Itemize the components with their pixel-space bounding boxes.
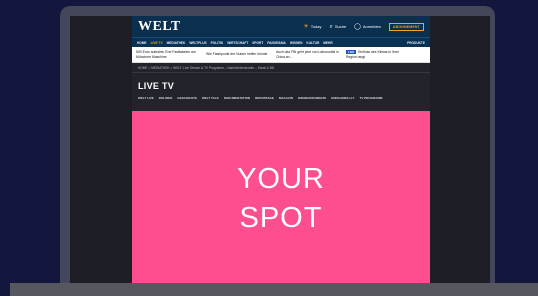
nav-item-wirtschaft[interactable]: WIRTSCHAFT xyxy=(227,41,248,45)
nav-item-weltplus[interactable]: WELTPLUS xyxy=(189,41,206,45)
tab-dokumentation[interactable]: DOKUMENTATION xyxy=(224,96,250,100)
site-header: WELT ☀ Today ⌕ Suche ◯ Anmelden ABONNEME… xyxy=(132,16,430,37)
website: WELT ☀ Today ⌕ Suche ◯ Anmelden ABONNEME… xyxy=(132,16,430,286)
nav-item-mehr[interactable]: MEHR xyxy=(323,41,332,45)
news-item[interactable]: 500 Euro aufwärts: Erst Fastfabelen am M… xyxy=(136,50,200,59)
tab-endgames[interactable]: ENDGAMES H-T xyxy=(331,96,354,100)
tab-reportage[interactable]: REPORTAGE xyxy=(255,96,274,100)
subscribe-button[interactable]: ABONNEMENT xyxy=(388,22,424,31)
news-ticker: 500 Euro aufwärts: Erst Fastfabelen am M… xyxy=(132,47,430,63)
welt-logo[interactable]: WELT xyxy=(138,19,181,35)
nav-item-panorama[interactable]: PANORAMA xyxy=(267,41,286,45)
tab-welt-talk[interactable]: WELT TALK xyxy=(202,96,219,100)
login-label: Anmelden xyxy=(362,24,381,29)
login-button[interactable]: ◯ Anmelden xyxy=(354,24,381,30)
tab-boliden[interactable]: BOLIDEN xyxy=(159,96,173,100)
ad-line-2: SPOT xyxy=(239,201,323,234)
user-icon: ◯ xyxy=(354,23,361,30)
page-title: LIVE TV xyxy=(138,81,175,91)
search-label: Suche xyxy=(334,24,347,29)
live-badge: LIVE xyxy=(346,49,357,54)
ad-placeholder[interactable]: YOUR SPOT xyxy=(132,111,430,286)
news-item[interactable]: LIVE Einfluss des Klimas in Ihrer Region … xyxy=(346,49,410,59)
nav-item-mediathek[interactable]: MEDIATHEK xyxy=(167,41,186,45)
tab-magazin[interactable]: MAGAZIN xyxy=(279,96,293,100)
nav-item-home[interactable]: HOME xyxy=(137,41,147,45)
tab-wissensformate[interactable]: WISSENSFORMATE xyxy=(298,96,326,100)
tab-tv-programm[interactable]: TV PROGRAMM xyxy=(359,96,382,100)
nav-item-wissen[interactable]: WISSEN xyxy=(290,41,303,45)
search-button[interactable]: ⌕ Suche xyxy=(329,24,346,30)
nav-item-produkte[interactable]: PRODUKTE xyxy=(407,41,425,45)
weather-label: Today xyxy=(310,24,322,29)
weather-button[interactable]: ☀ Today xyxy=(303,24,321,30)
ad-line-1: YOUR xyxy=(237,162,325,195)
news-item[interactable]: Auch das FBI geht jetzt von Laborunfall … xyxy=(276,50,340,59)
nav-item-politik[interactable]: POLITIK xyxy=(211,41,224,45)
live-tv-tabs: WELT LIVE BOLIDEN GESCHICHTE WELT TALK D… xyxy=(132,91,430,100)
sun-icon: ☀ xyxy=(303,23,309,30)
laptop-base xyxy=(10,283,538,296)
laptop-screen: WELT ☀ Today ⌕ Suche ◯ Anmelden ABONNEME… xyxy=(70,16,490,286)
breadcrumb[interactable]: HOME > MEDIATHEK > WELT: Live Stream & T… xyxy=(132,63,430,73)
nav-item-kultur[interactable]: KULTUR xyxy=(306,41,319,45)
search-icon: ⌕ xyxy=(329,23,333,30)
nav-item-live-tv[interactable]: LIVE TV xyxy=(151,41,163,45)
tab-geschichte[interactable]: GESCHICHTE xyxy=(177,96,197,100)
news-item[interactable]: Wie Flashpunkt der Nutzer helfen könnte xyxy=(206,52,270,56)
header-actions: ☀ Today ⌕ Suche ◯ Anmelden ABONNEMENT xyxy=(303,22,424,31)
main-nav: HOME LIVE TV MEDIATHEK WELTPLUS POLITIK … xyxy=(132,37,430,47)
tab-welt-live[interactable]: WELT LIVE xyxy=(138,96,154,100)
nav-item-sport[interactable]: SPORT xyxy=(252,41,263,45)
ad-text: YOUR SPOT xyxy=(237,160,325,238)
